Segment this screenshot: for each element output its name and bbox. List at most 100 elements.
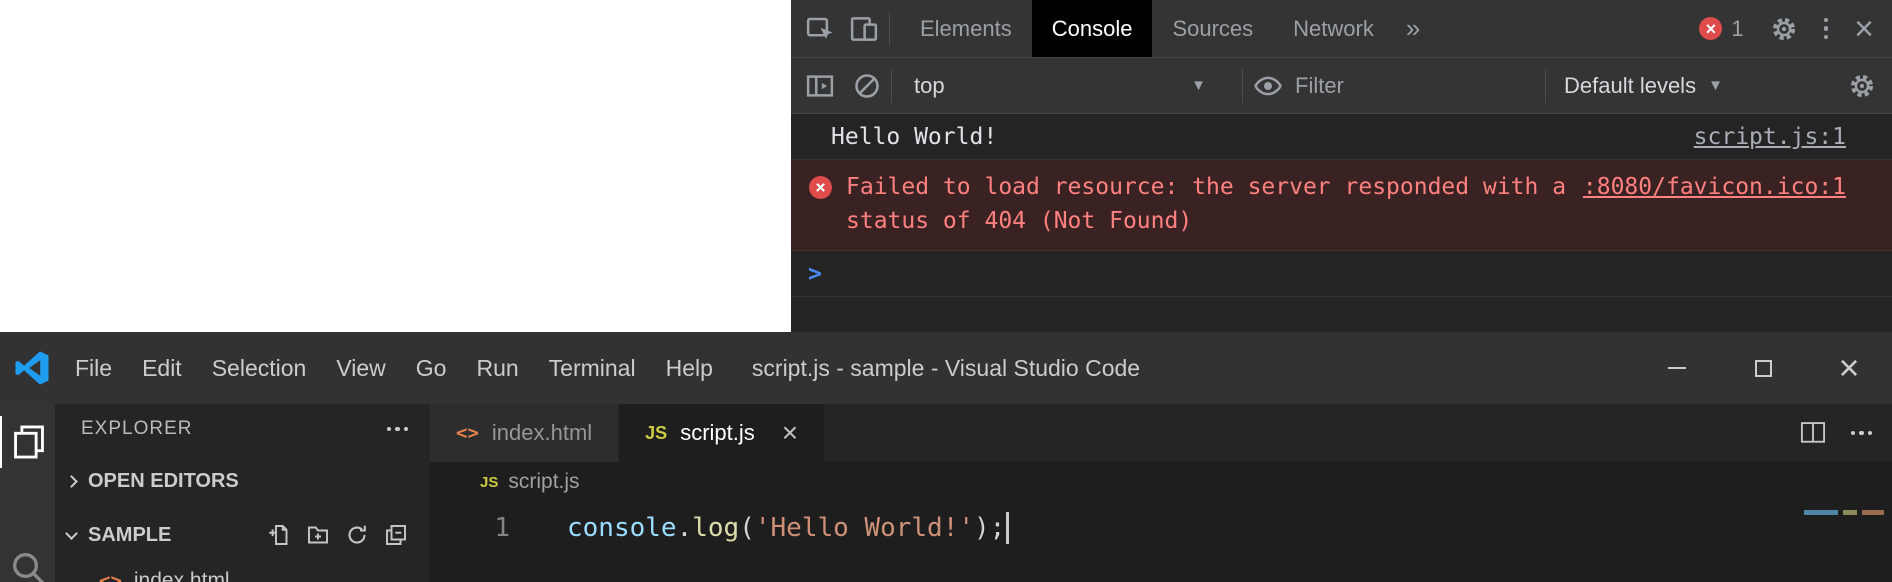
devtools-panel: Elements Console Sources Network » 1 (791, 0, 1892, 332)
code-token: ); (974, 513, 1005, 543)
chevron-down-icon (65, 527, 78, 540)
menu-selection[interactable]: Selection (197, 332, 322, 404)
collapse-all-icon[interactable] (384, 523, 408, 547)
console-filter-input[interactable] (1295, 73, 1535, 99)
console-settings-gear-icon[interactable] (1848, 72, 1876, 100)
more-actions-icon[interactable] (387, 427, 409, 432)
vscode-window: File Edit Selection View Go Run Terminal… (0, 332, 1892, 582)
menu-help[interactable]: Help (651, 332, 728, 404)
new-folder-icon[interactable] (306, 523, 330, 547)
breadcrumb-file: script.js (508, 470, 579, 494)
file-item-label: index.html (134, 566, 230, 582)
window-title: script.js - sample - Visual Studio Code (752, 355, 1140, 382)
minimap[interactable] (1804, 510, 1884, 515)
console-toolbar: top ▼ Default levels ▼ (791, 58, 1892, 114)
menu-edit[interactable]: Edit (127, 332, 197, 404)
sidebar-header: EXPLORER (55, 404, 430, 454)
editor-more-actions-icon[interactable] (1851, 431, 1873, 436)
editor-tab-index-html[interactable]: <> index.html (430, 404, 619, 462)
error-icon (1699, 17, 1722, 40)
close-button[interactable] (1806, 332, 1892, 404)
frame-context-selector[interactable]: top ▼ (902, 58, 1232, 113)
error-message-text: Failed to load resource: the server resp… (846, 170, 1583, 238)
more-tabs-icon[interactable]: » (1394, 13, 1432, 44)
log-message-text: Hello World! (831, 124, 997, 150)
inspect-element-icon[interactable] (805, 14, 835, 44)
prompt-chevron-icon: > (808, 261, 822, 287)
html-file-icon: <> (456, 418, 479, 448)
files-icon (10, 423, 48, 461)
device-toolbar-icon[interactable] (849, 14, 879, 44)
menu-run[interactable]: Run (461, 332, 533, 404)
tab-console[interactable]: Console (1032, 0, 1153, 57)
close-icon (1838, 350, 1859, 386)
section-open-editors[interactable]: OPEN EDITORS (55, 454, 430, 508)
separator (1545, 69, 1546, 103)
tab-elements[interactable]: Elements (900, 0, 1032, 57)
section-open-editors-label: OPEN EDITORS (88, 470, 239, 493)
code-token: . (677, 513, 693, 543)
code-editor[interactable]: 1 console.log('Hello World!'); (430, 502, 1892, 582)
code-line-1: 1 console.log('Hello World!'); (430, 502, 1892, 554)
activity-explorer-button[interactable] (0, 416, 55, 468)
menu-file[interactable]: File (60, 332, 127, 404)
console-sidebar-icon[interactable] (805, 71, 835, 101)
new-file-icon[interactable] (267, 523, 291, 547)
code-text: console.log('Hello World!'); (567, 512, 1009, 544)
section-folder-sample[interactable]: SAMPLE (55, 508, 430, 562)
console-output: Hello World! script.js:1 Failed to load … (791, 114, 1892, 332)
console-prompt[interactable]: > (791, 251, 1892, 297)
clear-console-icon[interactable] (853, 72, 881, 100)
error-count-badge[interactable]: 1 (1699, 16, 1743, 42)
text-cursor (1006, 512, 1009, 544)
line-number[interactable]: 1 (430, 513, 510, 543)
log-source-link[interactable]: script.js:1 (1694, 124, 1846, 150)
devtools-main-toolbar: Elements Console Sources Network » 1 (791, 0, 1892, 58)
menu-view[interactable]: View (321, 332, 400, 404)
log-levels-label: Default levels (1564, 73, 1696, 99)
error-icon (809, 176, 832, 199)
error-count: 1 (1731, 16, 1743, 42)
refresh-icon[interactable] (345, 523, 369, 547)
chevron-right-icon (65, 475, 78, 488)
maximize-button[interactable] (1720, 332, 1806, 404)
chevron-down-icon: ▼ (1708, 77, 1723, 94)
minimize-icon (1668, 367, 1686, 369)
editor-group: <> index.html JS script.js (430, 404, 1892, 582)
separator (891, 69, 892, 103)
separator (889, 12, 890, 46)
explorer-sidebar: EXPLORER OPEN EDITORS SAMPLE (55, 404, 430, 582)
editor-tab-script-js[interactable]: JS script.js (619, 404, 824, 462)
breadcrumb[interactable]: JS script.js (430, 462, 1892, 502)
console-log-row: Hello World! script.js:1 (791, 114, 1892, 160)
activity-bar (0, 404, 55, 582)
js-file-icon: JS (480, 474, 498, 491)
live-expression-eye-icon[interactable] (1253, 71, 1283, 101)
devtools-close-icon[interactable] (1854, 12, 1874, 46)
screen: Elements Console Sources Network » 1 (0, 0, 1892, 582)
tab-label: index.html (492, 420, 592, 446)
menu-go[interactable]: Go (401, 332, 462, 404)
tab-label: script.js (680, 420, 755, 446)
error-source-link[interactable]: :8080/favicon.ico:1 (1583, 170, 1846, 204)
menu-terminal[interactable]: Terminal (534, 332, 651, 404)
maximize-icon (1755, 360, 1772, 377)
tab-sources[interactable]: Sources (1152, 0, 1273, 57)
frame-context-label: top (914, 73, 945, 99)
minimize-button[interactable] (1634, 332, 1720, 404)
file-item-index-html[interactable]: <> index.html (55, 562, 430, 582)
kebab-menu-icon[interactable] (1824, 18, 1829, 40)
html-file-icon: <> (99, 566, 122, 582)
activity-search-button[interactable] (0, 542, 55, 582)
tab-network[interactable]: Network (1273, 0, 1394, 57)
split-editor-icon[interactable] (1799, 419, 1827, 447)
sidebar-title: EXPLORER (81, 418, 192, 440)
log-levels-dropdown[interactable]: Default levels ▼ (1556, 73, 1731, 99)
code-token: log (692, 513, 739, 543)
chevron-down-icon: ▼ (1191, 77, 1206, 94)
settings-gear-icon[interactable] (1770, 15, 1798, 43)
editor-tabbar: <> index.html JS script.js (430, 404, 1892, 462)
browser-viewport (0, 0, 791, 332)
tab-close-icon[interactable] (782, 419, 798, 447)
console-error-row: Failed to load resource: the server resp… (791, 160, 1892, 251)
